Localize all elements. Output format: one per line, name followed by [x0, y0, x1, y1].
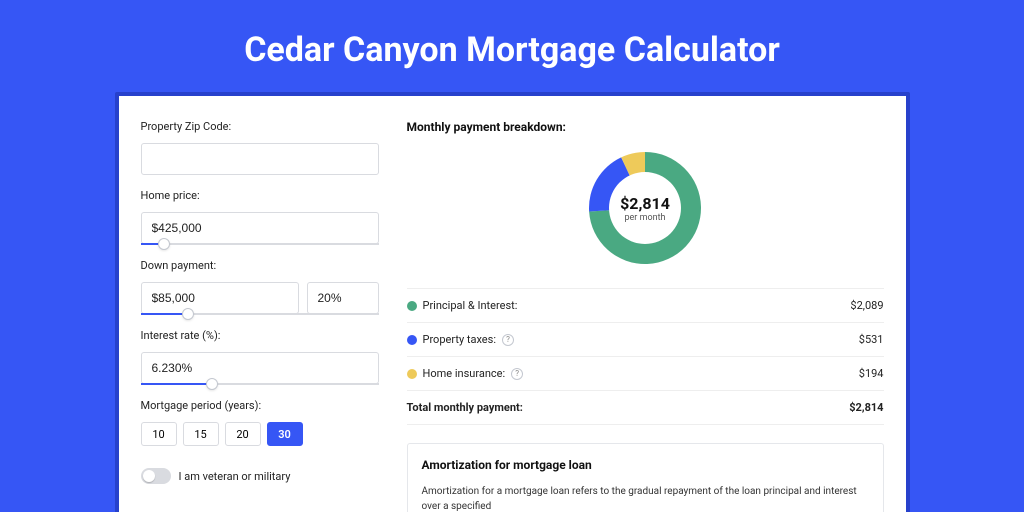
down-payment-slider[interactable]: [141, 313, 379, 315]
breakdown-row: Home insurance:? $194: [407, 357, 884, 391]
amortization-section: Amortization for mortgage loan Amortizat…: [407, 443, 884, 512]
home-price-slider[interactable]: [141, 243, 379, 245]
amortization-title: Amortization for mortgage loan: [422, 458, 869, 472]
interest-slider-thumb[interactable]: [206, 378, 218, 390]
veteran-toggle[interactable]: [141, 468, 171, 484]
zip-group: Property Zip Code:: [141, 120, 379, 175]
breakdown-row-label: Principal & Interest:: [423, 299, 518, 312]
home-price-input[interactable]: [141, 212, 379, 244]
down-payment-group: Down payment:: [141, 259, 379, 315]
page-title: Cedar Canyon Mortgage Calculator: [0, 0, 1024, 92]
interest-slider[interactable]: [141, 383, 379, 385]
zip-label: Property Zip Code:: [141, 120, 379, 133]
legend-dot-icon: [407, 301, 417, 311]
donut-sub: per month: [624, 213, 665, 223]
veteran-toggle-knob: [143, 470, 155, 482]
breakdown-title: Monthly payment breakdown:: [407, 120, 884, 134]
breakdown-row-value: $194: [859, 367, 884, 380]
calculator-card: Property Zip Code: Home price: Down paym…: [119, 96, 906, 512]
interest-slider-fill: [141, 383, 212, 385]
home-price-group: Home price:: [141, 189, 379, 245]
breakdown-row-left: Property taxes:?: [407, 333, 514, 346]
legend-dot-icon: [407, 335, 417, 345]
help-icon[interactable]: ?: [502, 334, 514, 346]
breakdown-row-label: Home insurance:: [423, 367, 506, 380]
down-payment-input[interactable]: [141, 282, 299, 314]
period-button-20[interactable]: 20: [225, 422, 261, 446]
legend-dot-icon: [407, 369, 417, 379]
period-label: Mortgage period (years):: [141, 399, 379, 412]
period-button-15[interactable]: 15: [183, 422, 219, 446]
breakdown-row-value: $2,089: [850, 299, 883, 312]
breakdown-row: Property taxes:? $531: [407, 323, 884, 357]
period-button-30[interactable]: 30: [267, 422, 303, 446]
period-button-10[interactable]: 10: [141, 422, 177, 446]
down-payment-slider-thumb[interactable]: [182, 308, 194, 320]
home-price-label: Home price:: [141, 189, 379, 202]
down-payment-label: Down payment:: [141, 259, 379, 272]
period-group: Mortgage period (years): 10152030: [141, 399, 379, 446]
help-icon[interactable]: ?: [511, 368, 523, 380]
period-options: 10152030: [141, 422, 379, 446]
interest-input[interactable]: [141, 352, 379, 384]
interest-group: Interest rate (%):: [141, 329, 379, 385]
down-payment-pct-input[interactable]: [307, 282, 379, 314]
breakdown-total-label: Total monthly payment:: [407, 401, 523, 414]
zip-input[interactable]: [141, 143, 379, 175]
interest-label: Interest rate (%):: [141, 329, 379, 342]
donut-chart: $2,814 per month: [585, 148, 705, 268]
veteran-toggle-label: I am veteran or military: [179, 470, 291, 483]
breakdown-row-left: Home insurance:?: [407, 367, 524, 380]
home-price-slider-thumb[interactable]: [158, 238, 170, 250]
breakdown-total-row: Total monthly payment: $2,814: [407, 391, 884, 425]
breakdown-panel: Monthly payment breakdown: $2,814 per mo…: [407, 120, 884, 512]
calculator-card-wrap: Property Zip Code: Home price: Down paym…: [115, 92, 910, 512]
down-payment-row: [141, 282, 379, 314]
veteran-toggle-row: I am veteran or military: [141, 468, 379, 484]
breakdown-row-value: $531: [859, 333, 884, 346]
donut-chart-wrap: $2,814 per month: [407, 148, 884, 268]
breakdown-row: Principal & Interest: $2,089: [407, 289, 884, 323]
amortization-text: Amortization for a mortgage loan refers …: [422, 484, 869, 512]
breakdown-total-value: $2,814: [849, 401, 883, 414]
donut-amount: $2,814: [620, 194, 670, 213]
donut-center: $2,814 per month: [585, 148, 705, 268]
form-panel: Property Zip Code: Home price: Down paym…: [141, 120, 379, 512]
breakdown-rows: Principal & Interest: $2,089 Property taxe…: [407, 288, 884, 425]
breakdown-row-left: Principal & Interest:: [407, 299, 518, 312]
down-payment-slider-fill: [141, 313, 189, 315]
breakdown-row-label: Property taxes:: [423, 333, 496, 346]
